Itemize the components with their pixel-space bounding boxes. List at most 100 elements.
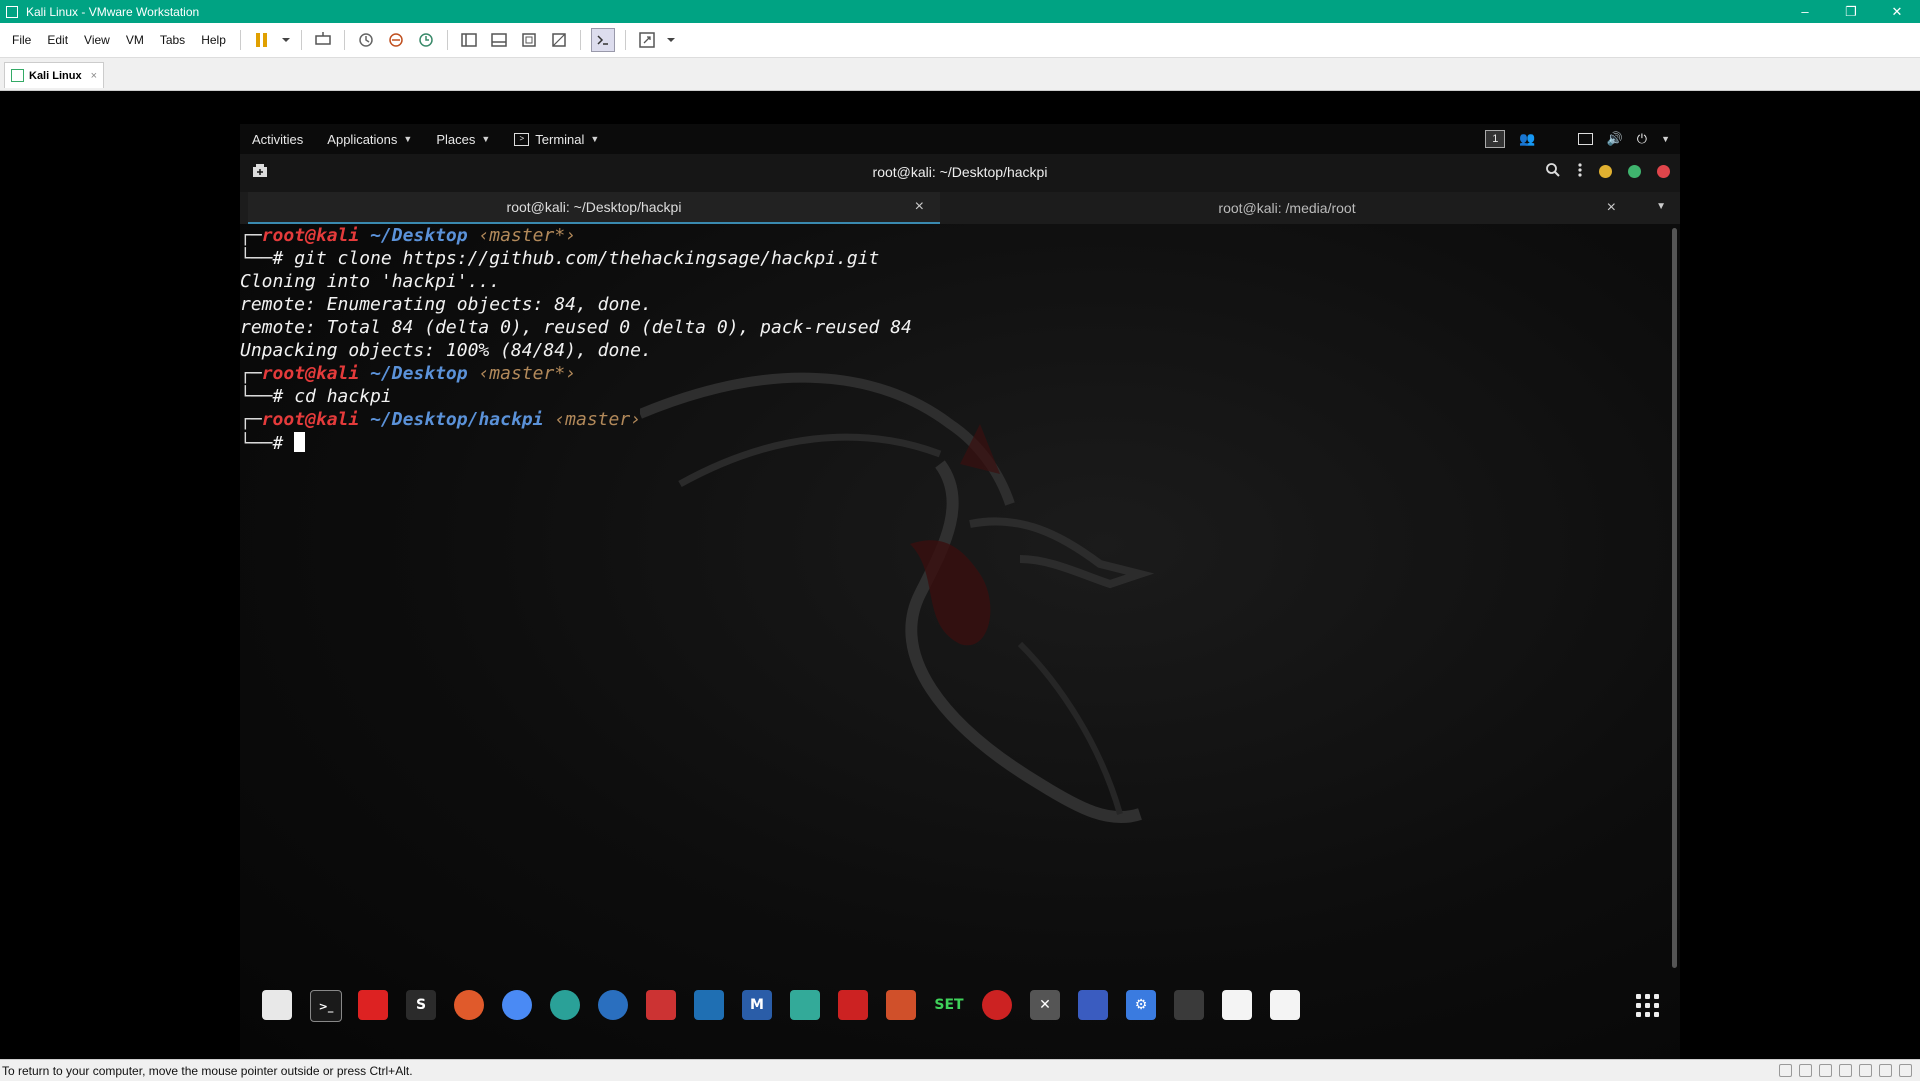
show-library-icon[interactable] — [458, 29, 480, 51]
prompt-branch: ‹master› — [554, 409, 642, 430]
red-app-icon[interactable] — [358, 990, 388, 1020]
output-line: remote: Enumerating objects: 84, done. — [240, 294, 652, 315]
prompt-user: root@kali — [261, 225, 360, 246]
kali-desktop[interactable]: Activities Applications ▼ Places ▼ > Ter… — [240, 124, 1680, 1059]
vmware-app-icon — [6, 5, 18, 18]
send-ctrl-alt-del-icon[interactable] — [312, 29, 334, 51]
printer-icon[interactable] — [1879, 1064, 1892, 1077]
screen-tool-icon[interactable] — [1078, 990, 1108, 1020]
prompt-line: ┌─root@kali ~/Desktop/hackpi ‹master› — [240, 409, 642, 430]
prompt-corner-icon: ┌─ — [240, 225, 262, 246]
menu-tabs[interactable]: Tabs — [152, 33, 193, 47]
status-message: To return to your computer, move the mou… — [2, 1063, 413, 1078]
snapshot-icon[interactable] — [355, 29, 377, 51]
sound-icon[interactable] — [1859, 1064, 1872, 1077]
wireshark-icon[interactable] — [694, 990, 724, 1020]
command-text: # cd hackpi — [272, 386, 392, 407]
terminal-scrollbar[interactable] — [1672, 228, 1677, 968]
pause-icon[interactable] — [251, 29, 273, 51]
network-icon[interactable] — [1819, 1064, 1832, 1077]
stretch-guest-icon[interactable] — [636, 29, 658, 51]
red-hat-icon[interactable] — [838, 990, 868, 1020]
activities-button[interactable]: Activities — [240, 132, 315, 147]
crossed-tool-icon[interactable]: ✕ — [1030, 990, 1060, 1020]
command-text: # — [272, 433, 284, 454]
terminal-tab-label: root@kali: ~/Desktop/hackpi — [506, 199, 682, 215]
network-icon[interactable] — [550, 990, 580, 1020]
search-icon[interactable] — [1545, 162, 1561, 181]
chevron-down-icon[interactable]: ▼ — [1661, 134, 1670, 144]
terminal-tab-media-root[interactable]: root@kali: /media/root × — [942, 192, 1632, 224]
usb-2-icon[interactable] — [1270, 990, 1300, 1020]
terminal-tab-hackpi[interactable]: root@kali: ~/Desktop/hackpi × — [248, 192, 940, 224]
full-screen-icon[interactable] — [518, 29, 540, 51]
chevron-down-icon: ▼ — [481, 134, 491, 144]
snapshot-manager-icon[interactable] — [415, 29, 437, 51]
chrome-icon[interactable] — [502, 990, 532, 1020]
prompt-user: root@kali — [261, 363, 360, 384]
set-icon[interactable]: SET — [934, 990, 964, 1020]
volume-icon[interactable]: 🔊 — [1607, 131, 1623, 147]
firefox-icon[interactable] — [454, 990, 484, 1020]
terminal-menu-label: Terminal — [535, 131, 585, 147]
files-icon[interactable] — [262, 990, 292, 1020]
prompt-line: ┌─root@kali ~/Desktop ‹master*› — [240, 363, 577, 384]
console-view-icon[interactable] — [590, 28, 615, 52]
prompt-path: ~/Desktop — [370, 225, 468, 246]
menu-vm[interactable]: VM — [118, 33, 152, 47]
device-status-icons — [1779, 1064, 1912, 1077]
thumbnail-bar-icon[interactable] — [488, 29, 510, 51]
vm-tab-kali[interactable]: Kali Linux × — [4, 62, 104, 88]
settings-icon[interactable]: ⚙ — [1126, 990, 1156, 1020]
usb-1-icon[interactable] — [1222, 990, 1252, 1020]
cd-icon[interactable] — [1799, 1064, 1812, 1077]
vm-icon — [11, 69, 24, 82]
revert-snapshot-icon[interactable] — [385, 29, 407, 51]
sublime-icon[interactable]: S — [406, 990, 436, 1020]
minimize-dot-button[interactable] — [1599, 165, 1612, 178]
terminal-icon[interactable]: >_ — [310, 990, 342, 1022]
toolbar-separator — [239, 30, 241, 50]
restore-button[interactable]: ❐ — [1828, 0, 1874, 23]
prompt-user: root@kali — [261, 409, 360, 430]
beef-icon[interactable] — [790, 990, 820, 1020]
terminal-tab-close-button[interactable]: × — [915, 198, 924, 216]
menu-kebab-icon[interactable] — [1577, 162, 1583, 181]
tabs-dropdown-icon[interactable]: ▼ — [1656, 201, 1666, 212]
text-cursor — [294, 432, 306, 452]
hdd-icon[interactable] — [1779, 1064, 1792, 1077]
terminal-tab-close-button[interactable]: × — [1607, 199, 1616, 217]
eye-icon[interactable] — [598, 990, 628, 1020]
menu-edit[interactable]: Edit — [39, 33, 76, 47]
terminal-app-menu[interactable]: > Terminal ▼ — [502, 132, 611, 147]
applications-menu[interactable]: Applications ▼ — [315, 132, 424, 147]
message-icon[interactable] — [1899, 1064, 1912, 1077]
usb-icon[interactable] — [1839, 1064, 1852, 1077]
places-menu[interactable]: Places ▼ — [424, 132, 502, 147]
close-dot-button[interactable] — [1657, 165, 1670, 178]
show-applications-icon[interactable] — [1636, 994, 1660, 1018]
maximize-dot-button[interactable] — [1628, 165, 1641, 178]
display-icon[interactable] — [1577, 133, 1593, 145]
power-icon[interactable]: ⏻ — [1637, 131, 1647, 147]
burp-icon[interactable] — [646, 990, 676, 1020]
close-button[interactable]: ✕ — [1874, 0, 1920, 23]
vm-tab-strip: Kali Linux × — [0, 58, 1920, 91]
wifi-tool-icon[interactable] — [982, 990, 1012, 1020]
metasploit-icon[interactable]: M — [742, 990, 772, 1020]
menu-help[interactable]: Help — [193, 33, 234, 47]
menu-view[interactable]: View — [76, 33, 118, 47]
tweaks-icon[interactable] — [1174, 990, 1204, 1020]
workspace-indicator[interactable]: 1 — [1485, 130, 1506, 148]
people-icon[interactable]: 👥 — [1519, 131, 1535, 147]
unity-icon[interactable] — [548, 29, 570, 51]
terminal-output[interactable]: ┌─root@kali ~/Desktop ‹master*› └──# git… — [240, 224, 1660, 964]
vm-tab-close-button[interactable]: × — [91, 70, 97, 82]
minimize-button[interactable]: – — [1782, 0, 1828, 23]
dropdown-arrow-icon[interactable] — [281, 29, 291, 51]
menu-file[interactable]: File — [4, 33, 39, 47]
zaproxy-icon[interactable] — [886, 990, 916, 1020]
vmware-status-bar: To return to your computer, move the mou… — [0, 1059, 1920, 1081]
gnome-top-bar: Activities Applications ▼ Places ▼ > Ter… — [240, 124, 1680, 154]
dropdown-arrow-icon[interactable] — [666, 29, 676, 51]
